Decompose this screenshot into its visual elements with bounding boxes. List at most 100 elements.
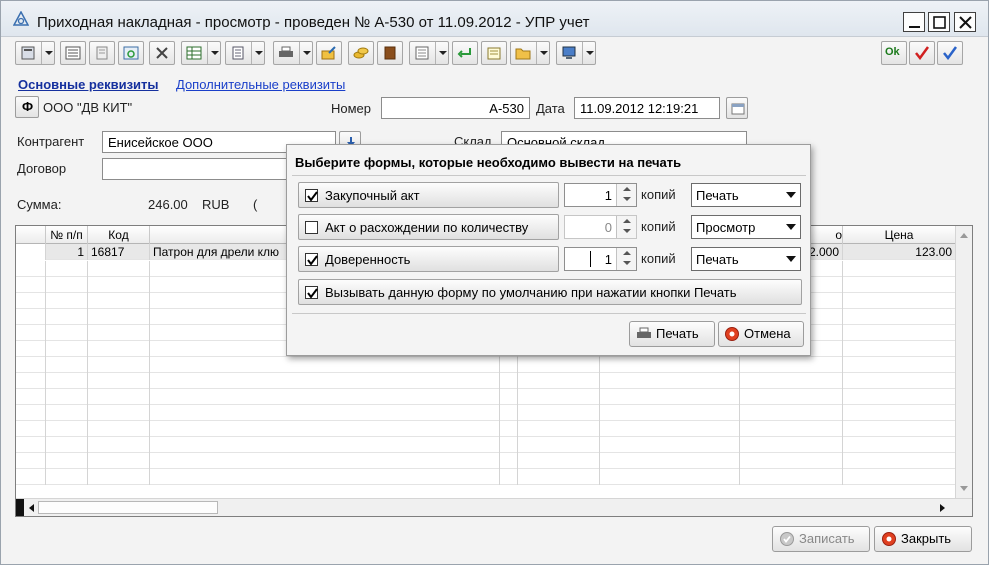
cut-delete-icon [156,47,168,59]
post-blue-button[interactable] [937,41,963,65]
empty-table-row [16,373,956,389]
chevron-down-icon [582,42,595,64]
purchase-act-copies-stepper[interactable]: 1 [564,183,637,207]
scroll-left-marker [16,499,24,516]
empty-cell [500,389,518,405]
checkmark-icon [307,191,318,202]
contract-field[interactable] [102,158,292,180]
horizontal-scrollbar[interactable] [16,498,972,516]
list-button[interactable] [60,41,86,65]
report-menu-button[interactable] [409,41,449,65]
empty-cell [150,453,500,469]
empty-cell [843,293,956,309]
vertical-scrollbar[interactable] [955,226,972,498]
table-menu-button[interactable] [181,41,221,65]
delete-button[interactable] [149,41,175,65]
empty-cell [843,469,956,485]
chevron-down-icon [536,42,549,64]
default-form-checkbox[interactable] [305,286,318,299]
dialog-print-button[interactable]: Печать [629,321,715,347]
computer-menu-button[interactable] [556,41,596,65]
purchase-act-checkbox[interactable] [305,189,318,202]
column-header-price[interactable]: Цена [843,226,956,244]
cell-price: 123.00 [843,244,956,260]
empty-cell [88,309,150,325]
refresh-button[interactable] [118,41,144,65]
payments-button[interactable] [348,41,374,65]
empty-table-row [16,357,956,373]
power-of-attorney-copies-stepper[interactable]: 1 [564,247,637,271]
column-header-number[interactable]: № п/п [46,226,88,244]
power-of-attorney-mode-value: Печать [696,252,739,267]
contractor-value: Енисейское ООО [108,135,213,150]
empty-cell [88,469,150,485]
discrepancy-act-checkbox[interactable] [305,221,318,234]
discrepancy-act-copies-label: копий [641,219,676,234]
close-button[interactable]: Закрыть [874,526,972,552]
print-menu-button[interactable] [273,41,313,65]
close-window-button[interactable] [954,12,976,32]
calendar-button[interactable] [726,97,748,119]
empty-cell [16,293,46,309]
folder-menu-button[interactable] [510,41,550,65]
minimize-icon [909,26,920,28]
tab-additional-details[interactable]: Дополнительные реквизиты [176,77,345,92]
document-menu-button[interactable] [225,41,265,65]
empty-cell [518,469,600,485]
document-copy-icon [96,46,108,60]
purchase-act-mode-select[interactable]: Печать [691,183,801,207]
empty-cell [88,389,150,405]
save-button[interactable]: Записать [772,526,870,552]
empty-cell [500,373,518,389]
empty-cell [88,357,150,373]
scroll-thumb[interactable] [38,501,218,514]
document-icon [232,46,244,60]
purchase-act-copies-value: 1 [604,188,612,203]
printer-icon [637,327,651,338]
book-button[interactable] [377,41,403,65]
purchase-act-copies-label: копий [641,187,676,202]
form-option-purchase-act[interactable]: Закупочный акт [298,182,559,208]
empty-cell [843,405,956,421]
empty-cell [518,389,600,405]
discrepancy-act-mode-select[interactable]: Просмотр [691,215,801,239]
post-red-button[interactable] [909,41,935,65]
row-selector[interactable] [16,244,46,260]
empty-cell [46,469,88,485]
calculator-icon [21,46,35,60]
book-icon [384,46,396,60]
ok-button[interactable]: Ok [881,41,907,65]
cell-number: 1 [46,244,88,260]
purchase-act-label: Закупочный акт [325,188,420,203]
form-option-power-of-attorney[interactable]: Доверенность [298,246,559,272]
date-field[interactable]: 11.09.2012 12:19:21 [574,97,720,119]
column-header-selector[interactable] [16,226,46,244]
default-form-option[interactable]: Вызывать данную форму по умолчанию при н… [298,279,802,305]
maximize-button[interactable] [928,12,950,32]
notes-button[interactable] [481,41,507,65]
calculator-menu-button[interactable] [15,41,55,65]
stepper-arrows-icon[interactable] [616,248,636,270]
tab-main-details[interactable]: Основные реквизиты [18,77,159,92]
column-header-code[interactable]: Код [88,226,150,244]
folder-icon [515,48,531,60]
number-value: А-530 [489,101,524,116]
stepper-arrows-icon[interactable] [616,184,636,206]
dialog-cancel-button[interactable]: Отмена [718,321,804,347]
power-of-attorney-checkbox[interactable] [305,253,318,266]
organization-button[interactable]: Ф [15,96,39,118]
export-button[interactable] [316,41,342,65]
empty-cell [518,405,600,421]
minimize-button[interactable] [903,12,925,32]
empty-cell [843,437,956,453]
close-icon [959,16,972,29]
number-field[interactable]: А-530 [381,97,530,119]
empty-cell [16,309,46,325]
enter-button[interactable] [452,41,478,65]
form-option-discrepancy-act[interactable]: Акт о расхождении по количеству [298,214,559,240]
empty-cell [46,357,88,373]
power-of-attorney-mode-select[interactable]: Печать [691,247,801,271]
organization-letter: Ф [22,99,34,114]
copy-document-button[interactable] [89,41,115,65]
empty-cell [16,389,46,405]
